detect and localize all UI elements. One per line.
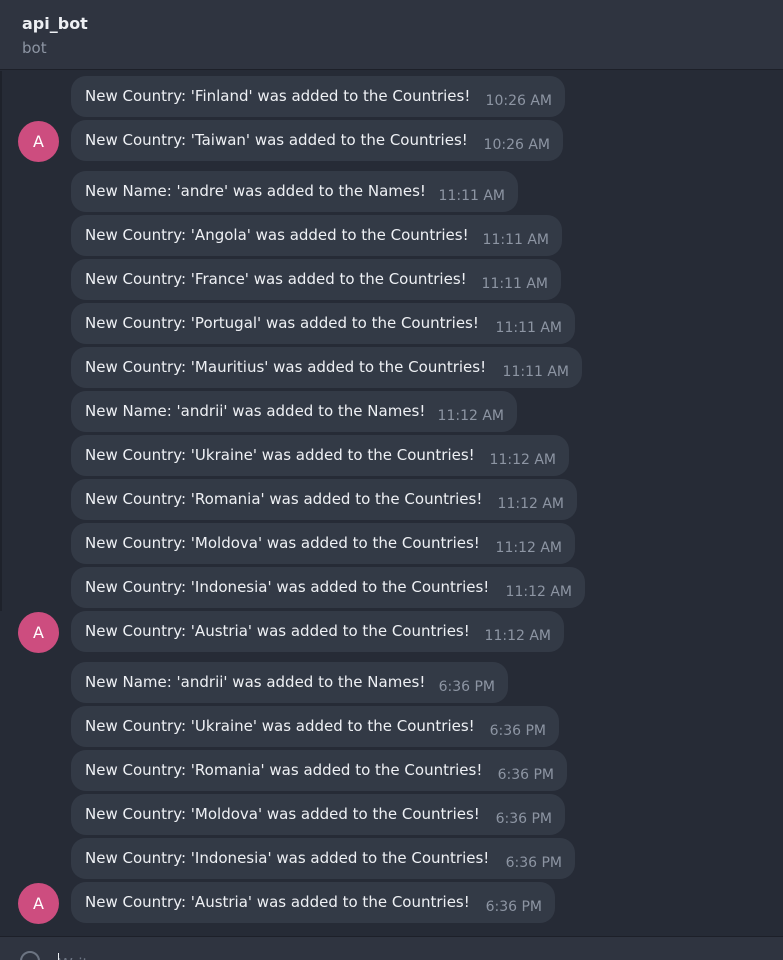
message-text: New Name: 'andre' was added to the Names… <box>85 182 426 200</box>
message-bubble[interactable]: New Country: 'Romania' was added to the … <box>71 479 577 520</box>
message-text: New Country: 'Ukraine' was added to the … <box>85 446 475 464</box>
message-time: 6:36 PM <box>485 899 542 915</box>
message-text: New Country: 'Moldova' was added to the … <box>85 805 480 823</box>
message-bubble[interactable]: New Country: 'Ukraine' was added to the … <box>71 706 559 747</box>
message-text: New Country: 'Indonesia' was added to th… <box>85 849 490 867</box>
message-time: 11:12 AM <box>489 452 556 468</box>
message-text: New Country: 'Moldova' was added to the … <box>85 534 480 552</box>
message-text: New Country: 'Indonesia' was added to th… <box>85 578 490 596</box>
chat-header[interactable]: api_bot bot <box>0 0 783 70</box>
message-bubble[interactable]: New Country: 'Indonesia' was added to th… <box>71 567 585 608</box>
message-time: 10:26 AM <box>483 137 550 153</box>
message-time: 11:11 AM <box>481 276 548 292</box>
message-input[interactable] <box>58 953 658 960</box>
message-bubble[interactable]: New Country: 'Moldova' was added to the … <box>71 794 565 835</box>
message-bubble[interactable]: New Country: 'Austria' was added to the … <box>71 882 555 923</box>
message-list[interactable]: New Country: 'Finland' was added to the … <box>0 71 783 936</box>
message-bubble[interactable]: New Country: 'Moldova' was added to the … <box>71 523 575 564</box>
message-bubble[interactable]: New Country: 'France' was added to the C… <box>71 259 561 300</box>
message-composer <box>0 936 783 960</box>
message-time: 11:12 AM <box>495 540 562 556</box>
message-text: New Country: 'Angola' was added to the C… <box>85 226 469 244</box>
message-bubble[interactable]: New Country: 'Portugal' was added to the… <box>71 303 575 344</box>
message-bubble[interactable]: New Name: 'andre' was added to the Names… <box>71 171 518 212</box>
message-bubble[interactable]: New Country: 'Mauritius' was added to th… <box>71 347 582 388</box>
message-text: New Country: 'France' was added to the C… <box>85 270 467 288</box>
message-text: New Country: 'Austria' was added to the … <box>85 893 470 911</box>
message-bubble[interactable]: New Country: 'Austria' was added to the … <box>71 611 564 652</box>
message-time: 10:26 AM <box>485 93 552 109</box>
message-bubble[interactable]: New Name: 'andrii' was added to the Name… <box>71 391 517 432</box>
message-time: 11:11 AM <box>502 364 569 380</box>
message-time: 6:36 PM <box>497 767 554 783</box>
message-text: New Country: 'Austria' was added to the … <box>85 622 470 640</box>
message-time: 11:11 AM <box>438 188 505 204</box>
message-text: New Country: 'Romania' was added to the … <box>85 761 483 779</box>
message-bubble[interactable]: New Country: 'Indonesia' was added to th… <box>71 838 575 879</box>
message-text: New Country: 'Romania' was added to the … <box>85 490 483 508</box>
message-time: 6:36 PM <box>438 679 495 695</box>
message-time: 6:36 PM <box>495 811 552 827</box>
message-text: New Country: 'Ukraine' was added to the … <box>85 717 475 735</box>
text-cursor <box>58 953 59 960</box>
bot-avatar[interactable]: A <box>18 883 59 924</box>
message-time: 6:36 PM <box>489 723 546 739</box>
message-bubble[interactable]: New Country: 'Finland' was added to the … <box>71 76 565 117</box>
message-bubble[interactable]: New Country: 'Ukraine' was added to the … <box>71 435 569 476</box>
message-time: 11:12 AM <box>505 584 572 600</box>
message-text: New Country: 'Taiwan' was added to the C… <box>85 131 468 149</box>
message-text: New Country: 'Mauritius' was added to th… <box>85 358 487 376</box>
message-time: 11:11 AM <box>482 232 549 248</box>
message-time: 11:12 AM <box>437 408 504 424</box>
message-text: New Name: 'andrii' was added to the Name… <box>85 402 426 420</box>
attach-icon[interactable] <box>20 951 40 960</box>
message-bubble[interactable]: New Country: 'Angola' was added to the C… <box>71 215 562 256</box>
chat-window: api_bot bot New Country: 'Finland' was a… <box>0 0 783 960</box>
message-bubble[interactable]: New Country: 'Romania' was added to the … <box>71 750 567 791</box>
bot-avatar[interactable]: A <box>18 121 59 162</box>
message-text: New Country: 'Finland' was added to the … <box>85 87 471 105</box>
message-time: 11:12 AM <box>484 628 551 644</box>
bot-avatar[interactable]: A <box>18 612 59 653</box>
message-time: 11:12 AM <box>497 496 564 512</box>
message-time: 11:11 AM <box>495 320 562 336</box>
message-time: 6:36 PM <box>505 855 562 871</box>
message-bubble[interactable]: New Country: 'Taiwan' was added to the C… <box>71 120 563 161</box>
message-bubble[interactable]: New Name: 'andrii' was added to the Name… <box>71 662 508 703</box>
message-text: New Country: 'Portugal' was added to the… <box>85 314 479 332</box>
message-text: New Name: 'andrii' was added to the Name… <box>85 673 426 691</box>
chat-title: api_bot <box>22 14 88 33</box>
chat-subtitle: bot <box>22 39 47 57</box>
